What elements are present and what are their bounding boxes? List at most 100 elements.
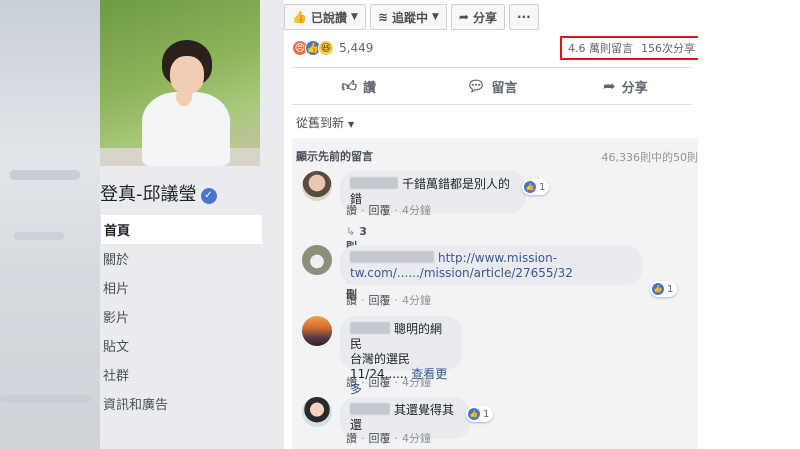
nav-item-label: 首頁 [104,224,131,239]
comments-section: 顯示先前的留言 46,336則中的50則 千錯萬錯都是別人的錯 👍 1 讚 · 回覆 ·… [292,138,698,449]
photo-person-hand [176,88,192,106]
speech-bubble-icon: 💬︎ [466,77,486,95]
commenter-avatar[interactable] [302,316,332,346]
comment-like-link[interactable]: 讚 [346,432,357,445]
divider [292,104,692,105]
nav-item-label: 關於 [103,253,130,268]
highlighted-stats-box: 4.6 萬則留言 156次分享 [560,36,700,60]
commenter-avatar[interactable] [302,245,332,275]
thumbs-up-icon: 👍 [292,10,307,24]
blurred-commenter-name[interactable] [350,177,398,189]
comment-like-link[interactable]: 讚 [346,294,357,307]
caret-down-icon: ▼ [348,120,355,129]
comment-reply-link[interactable]: 回覆 [369,376,391,389]
comment-action-button[interactable]: 💬︎ 留言 [425,72,558,100]
page-title-text: 登真-邱議瑩 [100,184,197,205]
blurred-commenter-name[interactable] [350,251,434,263]
like-action-label: 讚 [363,80,377,96]
comment-meta: 讚 · 回覆 · 4分鐘 [346,432,431,445]
post-actions: 👍︎ 讚 💬︎ 留言 ➦ 分享 [292,72,692,100]
comment-like-link[interactable]: 讚 [346,204,357,217]
like-mini-icon: 👍 [468,408,480,420]
like-mini-icon: 👍 [524,181,536,193]
share-page-button[interactable]: ➦ 分享 [450,4,505,30]
comment-reply-link[interactable]: 回覆 [369,432,391,445]
comment-link-line1[interactable]: http://www.mission- [438,251,557,265]
comment-like-count[interactable]: 👍 1 [522,179,550,195]
divider [292,67,692,68]
nav-item-posts[interactable]: 貼文 [100,331,262,360]
sort-label: 從舊到新 [296,116,345,130]
comment-like-link[interactable]: 讚 [346,376,357,389]
blurred-background-left [0,0,100,449]
comment-bubble: http://www.mission- tw.com/....../missio… [340,245,642,285]
share-arrow-icon: ➦ [603,77,616,95]
caret-down-icon: ▼ [431,12,439,22]
like-action-button[interactable]: 👍︎ 讚 [292,72,425,100]
liked-button[interactable]: 👍 已說讚 ▼ [284,4,366,30]
share-action-label: 分享 [621,80,648,96]
comments-stat[interactable]: 4.6 萬則留言 [568,40,633,56]
page-title[interactable]: 登真-邱議瑩 ✓ [100,180,217,206]
nav-item-label: 社群 [103,369,130,384]
nav-item-community[interactable]: 社群 [100,360,262,389]
comment-meta: 讚 · 回覆 · 4分鐘 [346,204,431,217]
comment-like-count[interactable]: 👍 1 [466,406,494,422]
blurred-shape [14,232,64,240]
comment-action-label: 留言 [491,80,518,96]
nav-item-home[interactable]: 首頁 [100,215,262,244]
right-blank-area [698,0,800,449]
reaction-summary[interactable]: 😠 👍 😆 5,449 [292,40,373,56]
comment-sort-dropdown[interactable]: 從舊到新 ▼ [296,114,354,131]
comment-time[interactable]: 4分鐘 [402,294,431,307]
nav-item-about[interactable]: 關於 [100,244,262,273]
reaction-count: 5,449 [339,41,374,55]
nav-item-videos[interactable]: 影片 [100,302,262,331]
rss-icon: ≋ [377,10,388,24]
comments-counter-label: 46,336則中的50則 [601,151,699,164]
following-label: 追蹤中 [391,10,428,25]
shares-stat[interactable]: 156次分享 [641,40,695,56]
like-count: 1 [667,283,674,295]
column-gutter [272,0,284,449]
nav-item-label: 資訊和廣告 [103,398,169,413]
caret-down-icon: ▼ [350,12,358,22]
share-label: 分享 [472,10,497,25]
like-count: 1 [539,181,546,193]
comment-meta: 讚 · 回覆 · 4分鐘 [346,376,431,389]
like-mini-icon: 👍 [652,283,664,295]
blurred-shape [0,395,90,403]
blurred-commenter-name[interactable] [350,403,390,415]
comment-like-count[interactable]: 👍 1 [650,281,678,297]
comment-link-line2[interactable]: tw.com/....../mission/article/27655/32 [350,266,573,280]
nav-item-info-ads[interactable]: 資訊和廣告 [100,389,262,418]
page-toolbar: 👍 已說讚 ▼ ≋ 追蹤中 ▼ ➦ 分享 ··· [284,4,539,30]
more-dots-icon: ··· [516,10,531,24]
nav-item-label: 相片 [103,282,130,297]
comment-time[interactable]: 4分鐘 [402,376,431,389]
comment-reply-link[interactable]: 回覆 [369,294,391,307]
following-button[interactable]: ≋ 追蹤中 ▼ [369,4,447,30]
reply-arrow-icon: ↳ [346,225,356,238]
liked-label: 已說讚 [310,10,347,25]
profile-photo[interactable] [100,0,260,166]
commenter-avatar[interactable] [302,171,332,201]
blurred-shape [10,170,80,180]
share-action-button[interactable]: ➦ 分享 [559,72,692,100]
thumbs-up-outline-icon: 👍︎ [341,76,357,95]
page-nav: 首頁 關於 相片 影片 貼文 社群 資訊和廣告 [100,215,262,418]
nav-item-photos[interactable]: 相片 [100,273,262,302]
nav-item-label: 貼文 [103,340,130,355]
commenter-avatar[interactable] [302,397,332,427]
share-arrow-icon: ➦ [458,10,469,24]
blurred-commenter-name[interactable] [350,322,390,334]
post-card: 👍 已說讚 ▼ ≋ 追蹤中 ▼ ➦ 分享 ··· 😠 👍 😆 5,449 4.6… [284,0,700,449]
verified-check-icon: ✓ [200,187,217,204]
comment-time[interactable]: 4分鐘 [402,432,431,445]
comment-reply-link[interactable]: 回覆 [369,204,391,217]
comment-time[interactable]: 4分鐘 [402,204,431,217]
previous-comments-label: 顯示先前的留言 [296,150,373,163]
more-options-button[interactable]: ··· [508,4,539,30]
view-previous-comments-link[interactable]: 顯示先前的留言 [296,148,373,164]
like-count: 1 [483,408,490,420]
